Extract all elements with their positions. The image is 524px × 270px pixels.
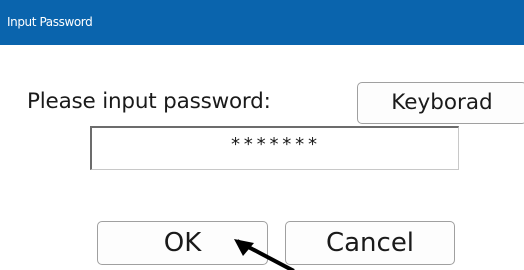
window-title: Input Password [7, 15, 93, 29]
keyboard-button[interactable]: Keyborad [357, 82, 524, 124]
ok-button[interactable]: OK [97, 221, 268, 265]
password-prompt-label: Please input password: [27, 89, 271, 114]
password-field[interactable]: ******* [90, 126, 459, 170]
cancel-button[interactable]: Cancel [285, 221, 455, 265]
title-bar[interactable]: Input Password [0, 0, 524, 45]
input-password-dialog: Input Password Please input password: Ke… [0, 0, 524, 270]
